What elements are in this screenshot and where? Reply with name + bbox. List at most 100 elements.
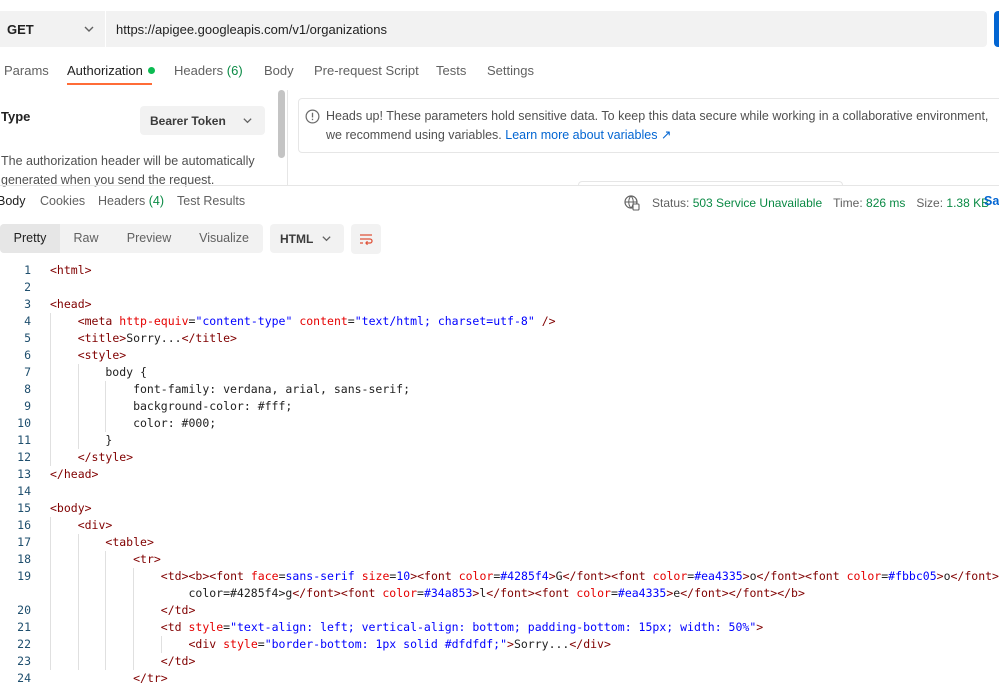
response-divider xyxy=(0,185,999,186)
code-line: 18 <tr> xyxy=(0,551,999,568)
line-number: 8 xyxy=(24,382,31,396)
code-line: color=#4285f4>g</font><font color=#34a85… xyxy=(0,585,999,602)
tab-authorization[interactable]: Authorization xyxy=(67,63,155,78)
line-number: 23 xyxy=(17,654,31,668)
line-number: 6 xyxy=(24,348,31,362)
tab-cookies[interactable]: Cookies xyxy=(40,194,85,208)
url-bar: GET https://apigee.googleapis.com/v1/org… xyxy=(0,11,987,47)
request-tabs: Params Authorization Headers (6) Body Pr… xyxy=(0,56,999,86)
line-number: 11 xyxy=(17,433,31,447)
code-line: 9 background-color: #fff; xyxy=(0,398,999,415)
indent-guide xyxy=(77,534,79,670)
line-number: 9 xyxy=(24,399,31,413)
code-text: </tr> xyxy=(133,671,168,685)
code-line: 20 </td> xyxy=(0,602,999,619)
code-line: 1 <html> xyxy=(0,262,999,279)
view-visualize-button[interactable]: Visualize xyxy=(190,224,258,253)
learn-more-link[interactable]: Learn more about variables ↗ xyxy=(505,128,671,142)
wrap-lines-button[interactable] xyxy=(351,224,381,254)
auth-type-label: Type xyxy=(1,109,31,124)
send-button[interactable] xyxy=(994,11,999,47)
tab-response-headers[interactable]: Headers (4) xyxy=(98,194,164,208)
size-value[interactable]: 1.38 KB xyxy=(946,196,989,210)
code-text: <html> xyxy=(50,263,92,277)
tab-label: Cookies xyxy=(40,194,86,208)
code-line: 2 xyxy=(0,279,999,296)
code-line: 11 } xyxy=(0,432,999,449)
line-number: 20 xyxy=(17,603,31,617)
save-response-button[interactable]: Sa xyxy=(984,194,999,208)
time-value[interactable]: 826 ms xyxy=(866,196,905,210)
line-number: 22 xyxy=(17,637,31,651)
size-label: Size: xyxy=(916,196,944,210)
code-text: color: #000; xyxy=(50,416,217,430)
method-select[interactable]: GET xyxy=(0,11,106,47)
status-value[interactable]: 503 Service Unavailable xyxy=(693,196,822,210)
code-line: 3 <head> xyxy=(0,296,999,313)
chevron-down-icon xyxy=(243,118,252,124)
code-line: 24 </tr> xyxy=(0,670,999,687)
tab-test-results[interactable]: Test Results xyxy=(177,194,245,208)
url-input[interactable]: https://apigee.googleapis.com/v1/organiz… xyxy=(106,22,387,37)
tab-pre-request-script[interactable]: Pre-request Script xyxy=(314,63,419,78)
info-icon xyxy=(305,109,320,124)
indent-guide xyxy=(105,381,107,432)
tab-params[interactable]: Params xyxy=(4,63,49,78)
auth-type-select[interactable]: Bearer Token xyxy=(140,106,265,135)
code-line: 23 </td> xyxy=(0,653,999,670)
line-number: 4 xyxy=(24,314,31,328)
code-line: 7 body { xyxy=(0,364,999,381)
code-text: color=#4285f4>g</font><font color=#34a85… xyxy=(50,586,805,600)
status-label: Status: xyxy=(652,196,690,210)
chevron-down-icon xyxy=(84,26,94,32)
code-text: font-family: verdana, arial, sans-serif; xyxy=(50,382,411,396)
scrollbar[interactable] xyxy=(278,90,285,158)
method-label: GET xyxy=(7,21,34,37)
active-dot-icon xyxy=(147,67,155,74)
line-number: 21 xyxy=(17,620,31,634)
indent-guide xyxy=(50,517,51,670)
code-text: background-color: #fff; xyxy=(50,399,293,413)
wrap-lines-icon xyxy=(360,234,373,246)
tab-label: Headers xyxy=(174,63,224,78)
view-preview-button[interactable]: Preview xyxy=(118,224,180,253)
indent-guide xyxy=(77,364,79,449)
tab-settings[interactable]: Settings xyxy=(487,63,534,78)
view-raw-button[interactable]: Raw xyxy=(60,224,112,253)
tab-headers[interactable]: Headers (6) xyxy=(174,63,243,78)
code-line: 19 <td><b><font face=sans-serif size=10>… xyxy=(0,568,999,585)
code-text: </td> xyxy=(160,654,196,668)
code-text: <td><b><font face=sans-serif size=10><fo… xyxy=(160,569,999,583)
code-line: 6 <style> xyxy=(0,347,999,364)
code-line: 12 </style> xyxy=(0,449,999,466)
view-pretty-button[interactable]: Pretty xyxy=(0,224,60,253)
code-line: 21 <td style="text-align: left; vertical… xyxy=(0,619,999,636)
tab-tests[interactable]: Tests xyxy=(436,63,466,78)
line-number: 10 xyxy=(17,416,31,430)
code-text: </td> xyxy=(160,603,196,617)
time-label: Time: xyxy=(833,196,863,210)
line-number: 13 xyxy=(17,467,31,481)
globe-icon[interactable] xyxy=(624,195,640,211)
code-text: <title>Sorry...</title> xyxy=(77,331,237,345)
indent-guide xyxy=(160,636,162,653)
line-number: 16 xyxy=(17,518,31,532)
code-text: <body> xyxy=(50,501,92,515)
code-line: 13 </head> xyxy=(0,466,999,483)
line-number: 19 xyxy=(17,569,31,583)
auth-type-value: Bearer Token xyxy=(150,113,226,128)
tab-label: Params xyxy=(4,63,49,78)
code-line: 10 color: #000; xyxy=(0,415,999,432)
code-text: <meta http-equiv="content-type" content=… xyxy=(77,314,556,328)
line-number: 18 xyxy=(17,552,31,566)
line-number: 15 xyxy=(17,501,31,515)
view-mode-group: Pretty Raw Preview Visualize xyxy=(0,224,263,253)
tab-response-body[interactable]: Body xyxy=(0,194,26,208)
format-select[interactable]: HTML xyxy=(270,224,344,253)
tab-label: Pre-request Script xyxy=(314,63,419,78)
tab-body[interactable]: Body xyxy=(264,63,294,78)
tab-label: Headers xyxy=(98,194,146,208)
code-text: <td style="text-align: left; vertical-al… xyxy=(160,620,764,634)
tab-count: (6) xyxy=(226,63,243,78)
chevron-down-icon xyxy=(322,236,331,242)
